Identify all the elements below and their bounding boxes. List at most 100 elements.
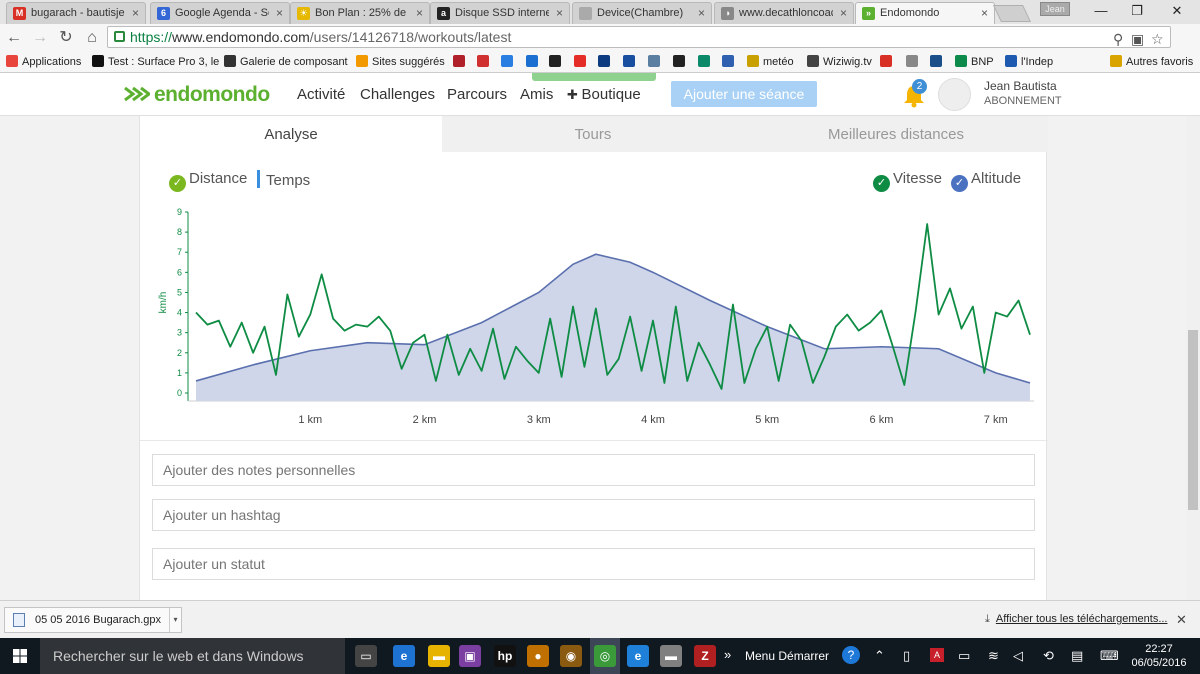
star-icon[interactable]: ☆ (1151, 29, 1164, 49)
help-icon[interactable]: ? (842, 646, 860, 664)
taskbar-search[interactable]: Rechercher sur le web et dans Windows (40, 638, 345, 674)
chevron-up-icon[interactable]: ⌃ (874, 648, 885, 664)
media2-icon[interactable]: ◉ (560, 645, 582, 667)
forward-icon[interactable]: → (30, 28, 50, 48)
endomondo-logo[interactable]: endomondo (124, 83, 270, 107)
bookmark-item[interactable] (673, 54, 689, 70)
legend-distance[interactable]: ✓ Distance (169, 170, 247, 192)
profile-badge[interactable]: Jean (1040, 2, 1070, 16)
bookmark-item[interactable] (549, 54, 565, 70)
ie-icon[interactable]: e (627, 645, 649, 667)
bookmark-item[interactable] (722, 54, 738, 70)
close-tab-icon[interactable]: × (556, 3, 563, 23)
show-all-downloads-link[interactable]: ⤓ Afficher tous les téléchargements... (985, 613, 1167, 626)
browser-tab[interactable]: Mbugarach - bautisje × (6, 2, 146, 24)
nav-activite[interactable]: Activité (297, 86, 345, 103)
browser-tab[interactable]: a Disque SSD interne × (430, 2, 570, 24)
close-tab-icon[interactable]: × (981, 3, 988, 23)
download-item[interactable]: 05 05 2016 Bugarach.gpx ▾ (4, 607, 182, 633)
bookmark-item[interactable] (526, 54, 542, 70)
bookmark-item[interactable]: Sites suggérés (356, 54, 445, 70)
bookmark-item[interactable] (477, 54, 493, 70)
bookmark-item[interactable] (648, 54, 664, 70)
close-tab-icon[interactable]: × (132, 3, 139, 23)
task-view-icon[interactable]: ▭ (355, 645, 377, 667)
bookmark-item[interactable]: BNP (955, 54, 994, 70)
tab-best-distances[interactable]: Meilleures distances (744, 116, 1048, 152)
zoom-icon[interactable]: ⚲ (1113, 29, 1123, 49)
filezilla-icon[interactable]: Z (694, 645, 716, 667)
status-input[interactable] (152, 548, 1035, 580)
bookmark-item[interactable]: metéo (747, 54, 794, 70)
bookmark-item[interactable] (623, 54, 639, 70)
nav-amis[interactable]: Amis (520, 86, 553, 103)
bookmark-item[interactable] (453, 54, 469, 70)
home-icon[interactable]: ⌂ (82, 28, 102, 48)
hp-icon[interactable]: hp (494, 645, 516, 667)
user-name[interactable]: Jean Bautista (984, 79, 1057, 93)
bookmark-item[interactable] (698, 54, 714, 70)
notes-input[interactable] (152, 454, 1035, 486)
browser-tab[interactable]: ◑ www.decathloncoach × (714, 2, 854, 24)
close-window-button[interactable]: ✕ (1160, 0, 1194, 22)
browser-tab[interactable]: ☀ Bon Plan : 25% de × (290, 2, 430, 24)
translate-icon[interactable]: ▣ (1131, 29, 1144, 49)
back-icon[interactable]: ← (4, 28, 24, 48)
close-tab-icon[interactable]: × (276, 3, 283, 23)
notifications-icon[interactable]: ▤ (1071, 648, 1083, 664)
nav-boutique[interactable]: ✚ Boutique (567, 86, 641, 103)
wifi-icon[interactable]: ≋ (988, 648, 999, 664)
chevron-up-icon[interactable]: » (724, 647, 731, 662)
avatar[interactable] (938, 78, 971, 111)
legend-temps[interactable]: Temps (257, 170, 310, 190)
explorer-icon[interactable]: ▬ (428, 645, 450, 667)
bookmark-item[interactable] (598, 54, 614, 70)
bookmark-item[interactable] (501, 54, 517, 70)
edge-icon[interactable]: e (393, 645, 415, 667)
legend-vitesse[interactable]: ✓ Vitesse (873, 170, 942, 192)
drive-icon[interactable]: ▬ (660, 645, 682, 667)
acrobat-icon[interactable]: A (930, 648, 944, 662)
battery-icon[interactable]: ▭ (958, 648, 970, 664)
browser-tab[interactable]: 6 Google Agenda - Se × (150, 2, 290, 24)
media-icon[interactable]: ● (527, 645, 549, 667)
bookmark-item[interactable] (930, 54, 946, 70)
scrollbar-thumb[interactable] (1188, 330, 1198, 510)
close-tab-icon[interactable]: × (416, 3, 423, 23)
hashtag-input[interactable] (152, 499, 1035, 531)
browser-tab[interactable]: Device(Chambre) × (572, 2, 712, 24)
usb-icon[interactable]: ▯ (903, 648, 910, 664)
tab-analyse[interactable]: Analyse (140, 116, 442, 152)
start-menu-label[interactable]: Menu Démarrer (745, 649, 829, 663)
app-icon[interactable]: ▣ (459, 645, 481, 667)
close-tab-icon[interactable]: × (840, 3, 847, 23)
close-icon[interactable]: ✕ (1176, 612, 1187, 628)
system-clock[interactable]: 22:27 06/05/2016 (1130, 642, 1188, 670)
bookmark-item[interactable]: Galerie de composant (224, 54, 348, 70)
minimize-button[interactable]: — (1084, 0, 1118, 22)
bookmark-item[interactable] (880, 54, 896, 70)
windows-start-icon[interactable] (0, 638, 40, 674)
chrome-icon[interactable]: ◎ (594, 645, 616, 667)
nav-parcours[interactable]: Parcours (447, 86, 507, 103)
bookmark-item[interactable]: Autres favoris (1110, 54, 1193, 70)
sync-icon[interactable]: ⟲ (1043, 648, 1054, 664)
bookmark-item[interactable] (906, 54, 922, 70)
tab-tours[interactable]: Tours (442, 116, 744, 152)
legend-altitude[interactable]: ✓ Altitude (951, 170, 1021, 192)
address-bar[interactable]: https://www.endomondo.com/users/14126718… (107, 26, 1171, 48)
bookmark-item[interactable]: l'Indep (1005, 54, 1053, 70)
new-tab-button[interactable] (993, 5, 1031, 22)
bookmark-item[interactable]: Applications (6, 54, 81, 70)
bookmark-item[interactable]: Wiziwig.tv (807, 54, 872, 70)
chevron-down-icon[interactable]: ▾ (169, 608, 181, 632)
add-workout-button[interactable]: Ajouter une séance (671, 81, 817, 107)
close-tab-icon[interactable]: × (698, 3, 705, 23)
browser-tab[interactable]: » Endomondo × (855, 2, 995, 25)
bookmark-item[interactable] (574, 54, 590, 70)
keyboard-icon[interactable]: ⌨ (1100, 648, 1119, 664)
reload-icon[interactable]: ↻ (56, 28, 76, 48)
bookmark-item[interactable]: Test : Surface Pro 3, le (92, 54, 219, 70)
restore-button[interactable]: ❐ (1120, 0, 1154, 22)
nav-challenges[interactable]: Challenges (360, 86, 435, 103)
